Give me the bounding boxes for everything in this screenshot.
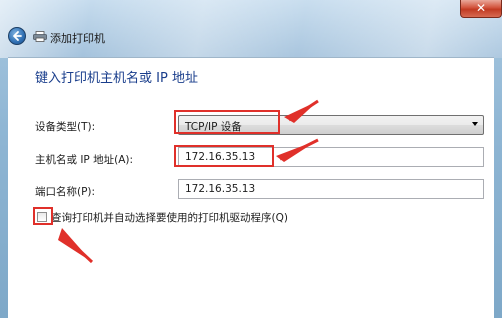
arrow-device-type-shaft bbox=[288, 99, 319, 122]
arrow-checkbox-shaft bbox=[59, 231, 94, 264]
arrow-hostname-shaft bbox=[279, 138, 319, 161]
annotation-arrows bbox=[58, 99, 319, 264]
window-frame: ✕ 添加打印机 键入打印机主机名或 IP 地址 设备类型(T): TCP/IP … bbox=[0, 0, 502, 319]
